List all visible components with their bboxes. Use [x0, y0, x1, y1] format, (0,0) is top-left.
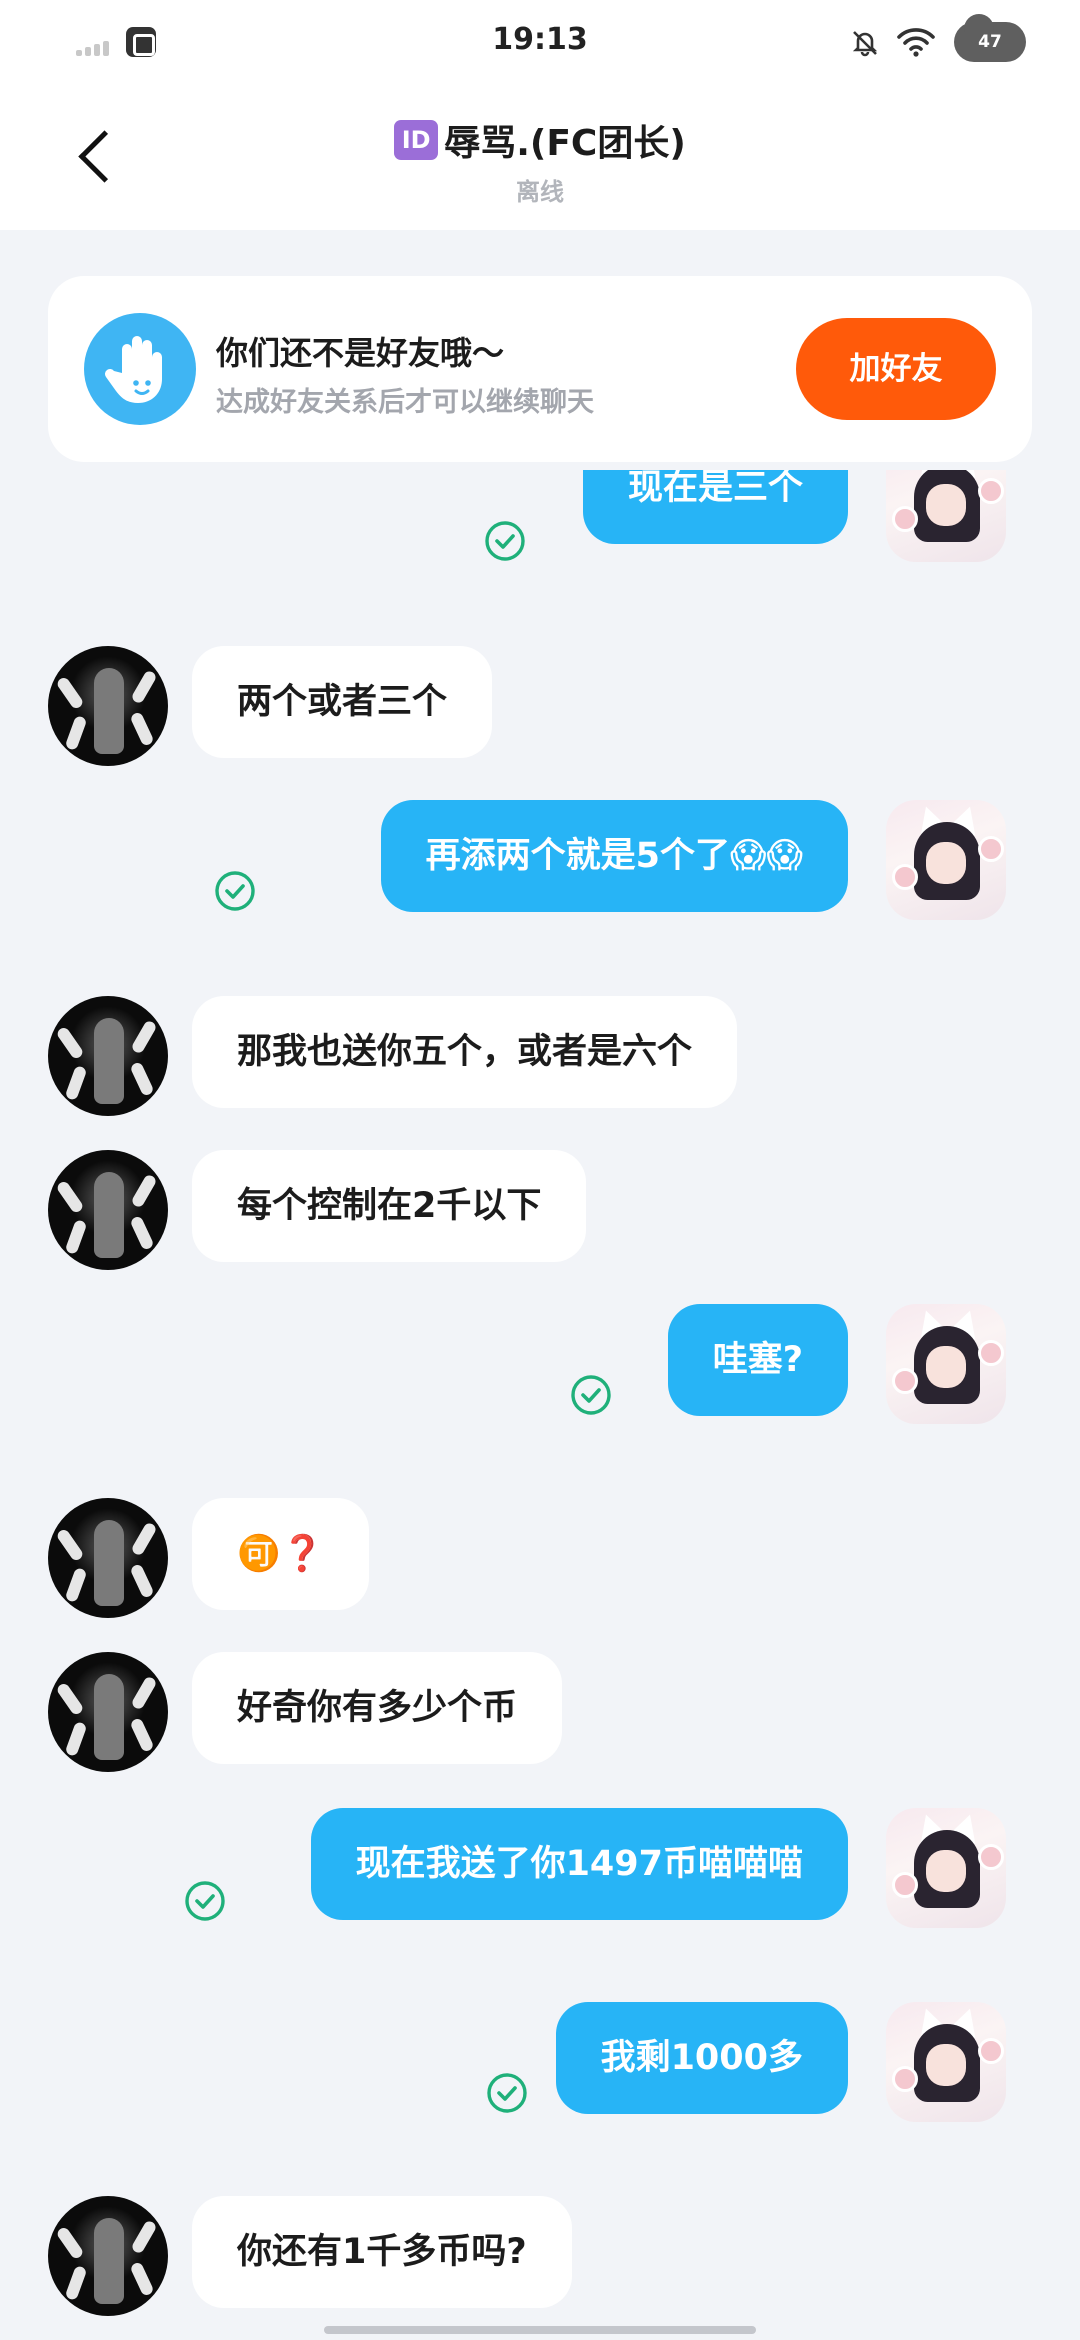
battery-level: 47: [978, 32, 1002, 52]
message-bubble-incoming[interactable]: 你还有1千多币吗?: [192, 2196, 572, 2308]
message-bubble-outgoing[interactable]: 我剩1000多: [555, 2002, 848, 2114]
read-check-icon: [571, 1375, 611, 1415]
my-avatar[interactable]: [886, 1304, 1006, 1424]
message-bubble-outgoing[interactable]: 哇塞?: [667, 1304, 848, 1416]
status-bar: 19:13 47: [0, 0, 1080, 84]
read-check-icon: [215, 871, 255, 911]
peer-avatar[interactable]: [48, 1150, 168, 1270]
my-avatar[interactable]: [886, 470, 1006, 562]
my-avatar[interactable]: [886, 2002, 1006, 2122]
message-bubble-incoming[interactable]: 每个控制在2千以下: [192, 1150, 587, 1262]
message-bubble-incoming[interactable]: 那我也送你五个，或者是六个: [192, 996, 738, 1108]
id-badge-icon: ID: [394, 120, 439, 160]
message-bubble-outgoing[interactable]: 现在我送了你1497币喵喵喵: [310, 1808, 848, 1920]
add-friend-button[interactable]: 加好友: [796, 318, 996, 420]
cloud-battery-icon: 47: [954, 14, 1026, 62]
read-check-icon: [185, 1881, 225, 1921]
message-bubble-outgoing[interactable]: 再添两个就是5个了😱😱: [380, 800, 848, 912]
wifi-icon: [897, 28, 935, 57]
peer-avatar[interactable]: [48, 646, 168, 766]
message-bubble-outgoing[interactable]: 现在是三个: [582, 470, 848, 544]
read-check-icon: [485, 521, 525, 561]
card-title: 你们还不是好友哦～: [216, 334, 505, 372]
my-avatar[interactable]: [886, 1808, 1006, 1928]
peer-avatar[interactable]: [48, 1652, 168, 1772]
contact-name[interactable]: 辱骂.(FC团长): [444, 114, 686, 166]
bell-muted-icon: [852, 31, 878, 57]
message-list[interactable]: 现在是三个 两个或者三个 再添两个就是5个了😱😱 那我也送你五个，或者是六个 每…: [0, 470, 1080, 2340]
message-bubble-incoming[interactable]: 两个或者三个: [192, 646, 493, 758]
peer-avatar[interactable]: [48, 996, 168, 1116]
chat-header: ID 辱骂.(FC团长) 离线: [0, 84, 1080, 230]
title-row: ID 辱骂.(FC团长): [0, 114, 1080, 166]
peer-avatar[interactable]: [48, 2196, 168, 2316]
my-avatar[interactable]: [886, 800, 1006, 920]
friend-request-card: 你们还不是好友哦～ 达成好友关系后才可以继续聊天 加好友: [48, 276, 1032, 462]
wave-hand-icon: [84, 313, 196, 425]
peer-avatar[interactable]: [48, 1498, 168, 1618]
message-bubble-incoming[interactable]: 好奇你有多少个币: [192, 1652, 563, 1764]
read-check-icon: [487, 2073, 527, 2113]
card-subtitle: 达成好友关系后才可以继续聊天: [216, 387, 594, 418]
home-indicator[interactable]: [324, 2326, 756, 2334]
message-bubble-incoming[interactable]: 🉑❓: [192, 1498, 370, 1610]
contact-status: 离线: [516, 178, 564, 206]
